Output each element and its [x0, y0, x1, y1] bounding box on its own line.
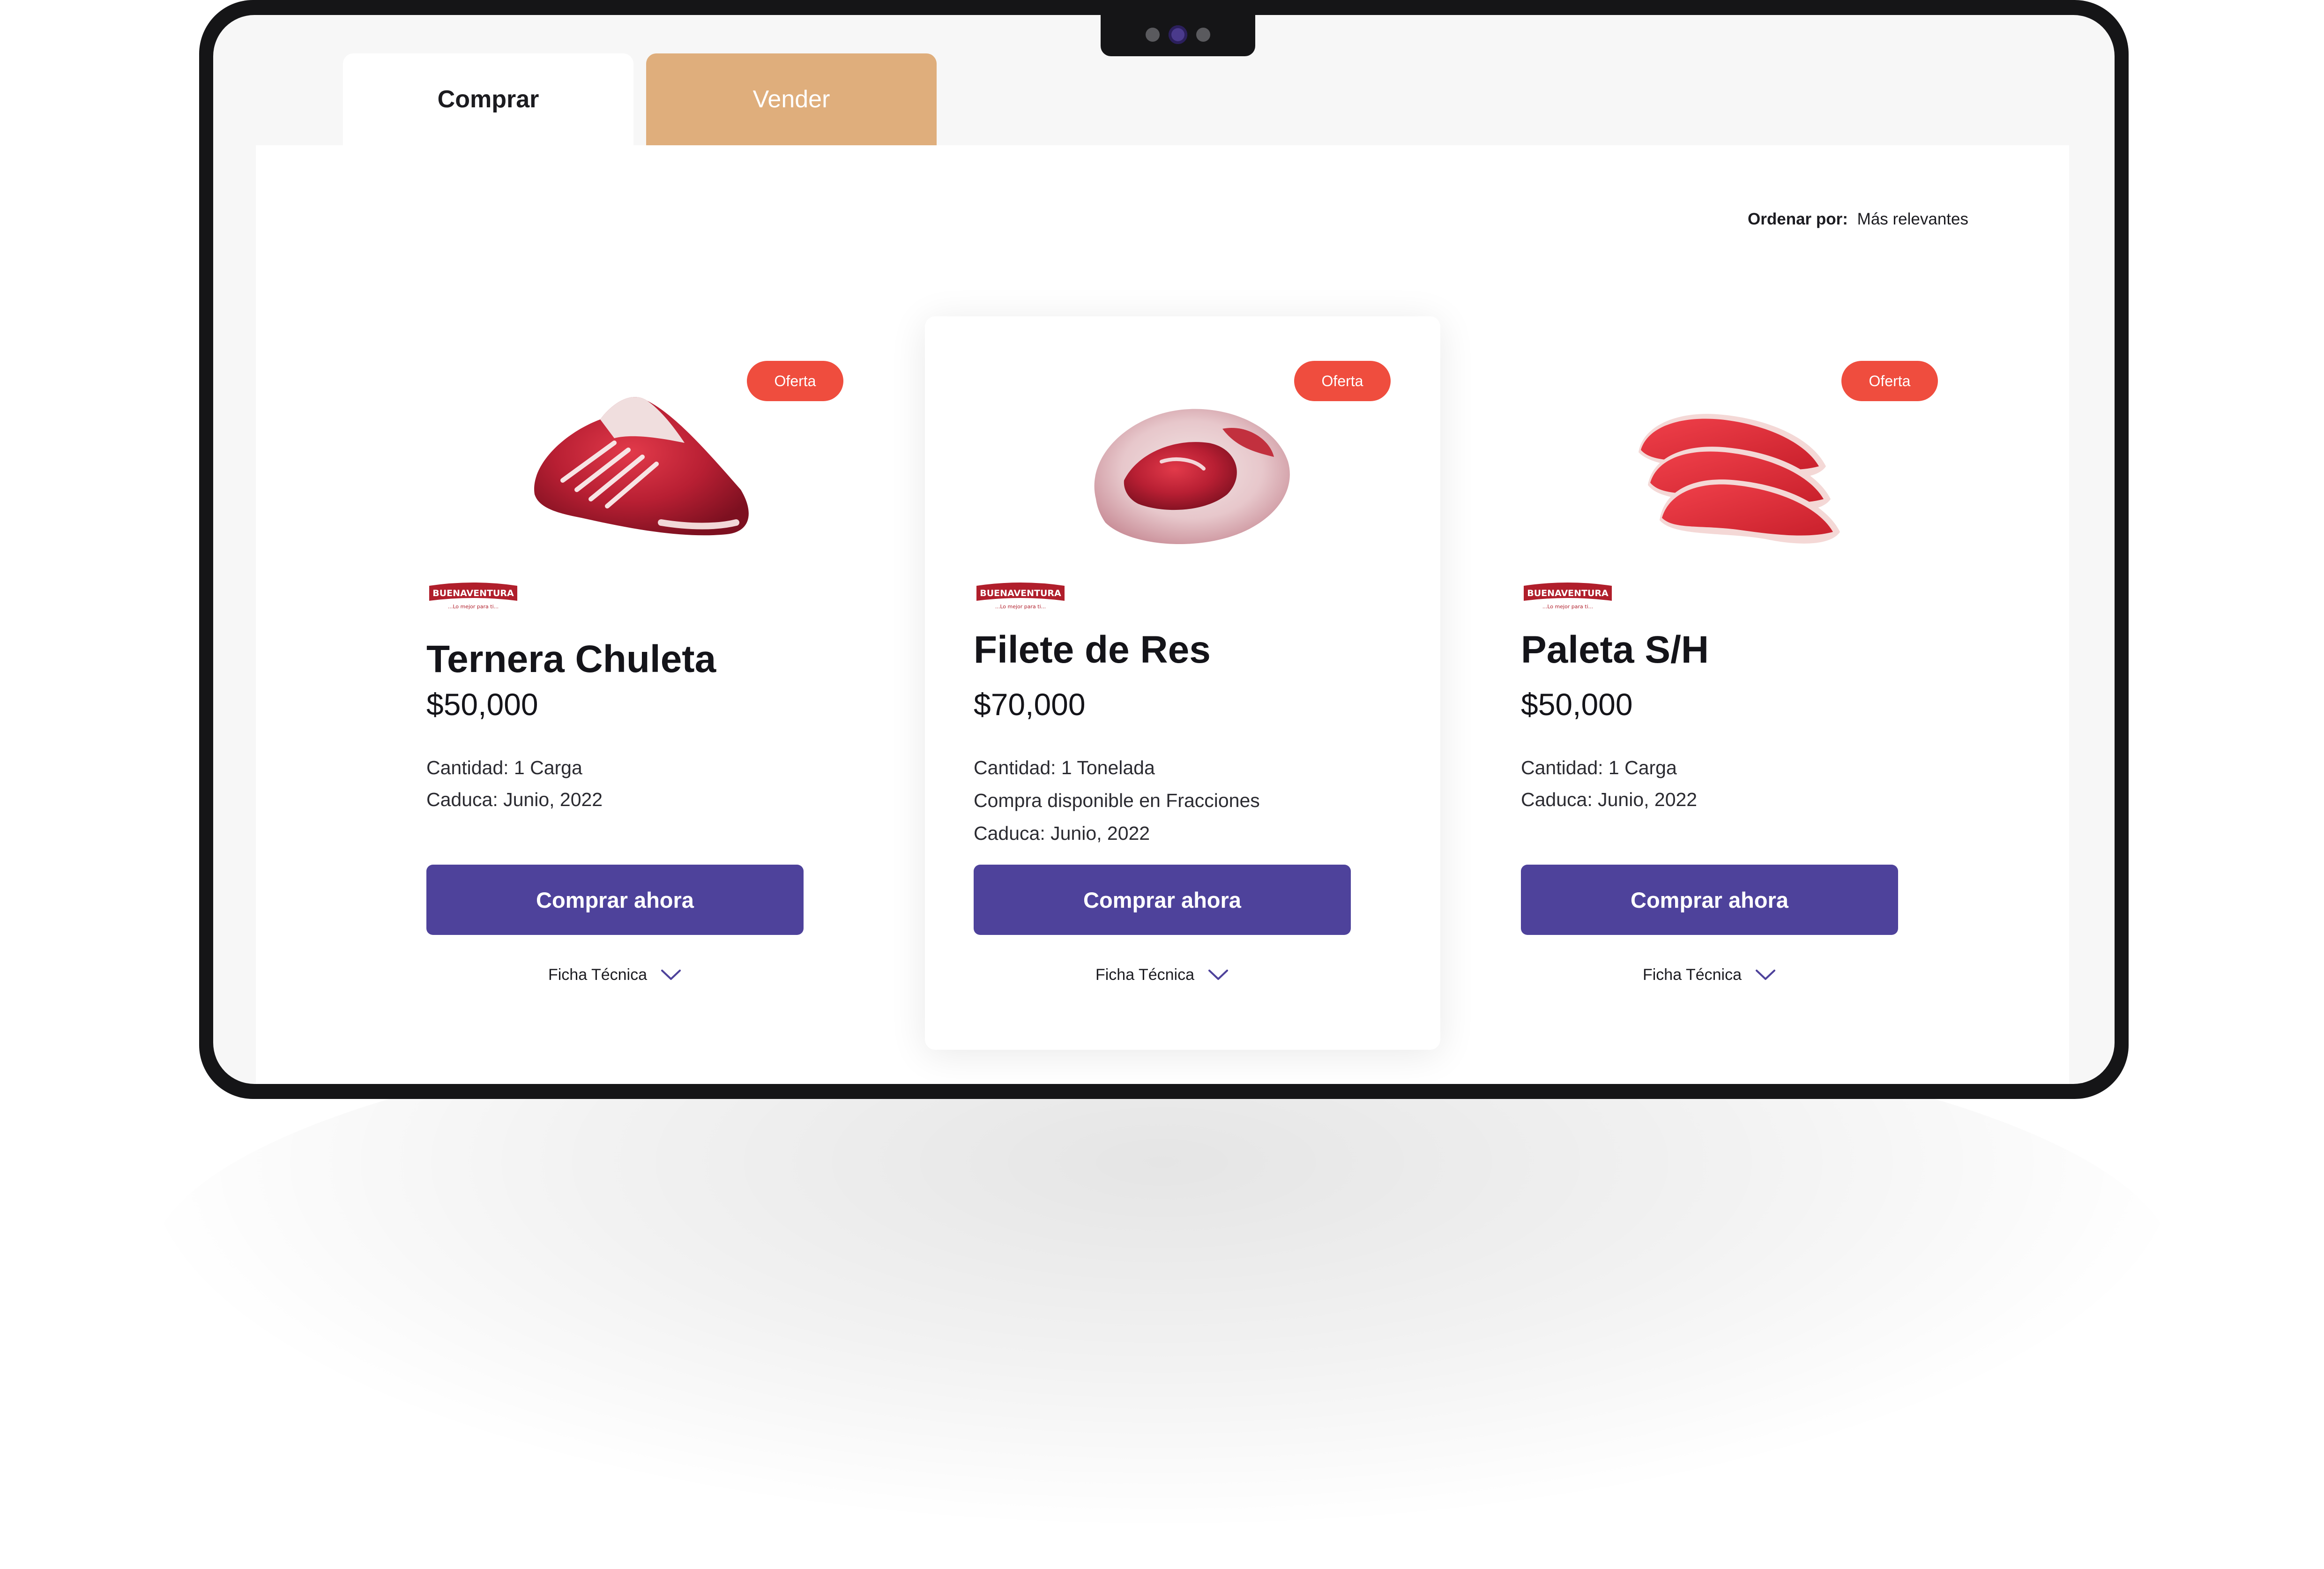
svg-text:...Lo mejor para ti...: ...Lo mejor para ti...: [1542, 604, 1593, 610]
svg-text:BUENAVENTURA: BUENAVENTURA: [432, 588, 514, 598]
camera-icon: [1169, 25, 1187, 44]
product-name: Paleta S/H: [1521, 628, 1709, 671]
svg-text:...Lo mejor para ti...: ...Lo mejor para ti...: [448, 604, 499, 610]
technical-sheet-toggle[interactable]: Ficha Técnica: [974, 961, 1351, 989]
product-price: $50,000: [426, 687, 538, 722]
sort-label: Ordenar por:: [1748, 210, 1848, 228]
product-card: Oferta BUENAVENTURA ...Lo mejor para ti.…: [925, 316, 1440, 1050]
technical-sheet-label: Ficha Técnica: [548, 965, 648, 984]
brand-logo: BUENAVENTURA ...Lo mejor para ti...: [1524, 583, 1612, 610]
camera-notch: [1101, 15, 1255, 56]
product-quantity: Cantidad: 1 Carga: [426, 757, 582, 778]
tab-comprar[interactable]: Comprar: [343, 53, 633, 145]
product-price: $70,000: [974, 687, 1086, 722]
buy-now-button[interactable]: Comprar ahora: [426, 865, 804, 935]
product-card: Oferta BUENAVENTURA ...Lo mejor para ti.…: [1472, 316, 1988, 1050]
technical-sheet-label: Ficha Técnica: [1642, 965, 1742, 984]
product-image-filete-de-res: [1094, 409, 1290, 545]
product-name: Filete de Res: [974, 628, 1211, 671]
tab-vender[interactable]: Vender: [646, 53, 937, 145]
product-expiry: Caduca: Junio, 2022: [974, 822, 1150, 844]
chevron-down-icon: [1208, 970, 1229, 980]
buy-now-button[interactable]: Comprar ahora: [1521, 865, 1898, 935]
brand-logo: BUENAVENTURA ...Lo mejor para ti...: [976, 583, 1065, 610]
product-price: $50,000: [1521, 687, 1633, 722]
svg-text:BUENAVENTURA: BUENAVENTURA: [980, 588, 1061, 598]
sensor-dot: [1146, 28, 1160, 42]
product-name: Ternera Chuleta: [426, 638, 716, 680]
sort-value[interactable]: Más relevantes: [1857, 210, 1968, 228]
product-image-paleta-sh: [1639, 414, 1840, 544]
device-frame: Comprar Vender Ordenar por: Más relevant…: [199, 0, 2129, 1099]
product-image-ternera-chuleta: [534, 397, 749, 536]
chevron-down-icon: [1756, 970, 1776, 980]
sensor-dot: [1196, 28, 1210, 42]
svg-text:BUENAVENTURA: BUENAVENTURA: [1527, 588, 1609, 598]
product-card: Oferta BUENAVENTURA ...Lo mejor para ti.…: [378, 316, 893, 1050]
product-quantity: Cantidad: 1 Tonelada: [974, 757, 1155, 778]
sort-control[interactable]: Ordenar por: Más relevantes: [1748, 210, 1968, 229]
product-expiry: Caduca: Junio, 2022: [426, 789, 603, 810]
screen: Comprar Vender Ordenar por: Más relevant…: [213, 15, 2115, 1084]
chevron-down-icon: [661, 970, 681, 980]
technical-sheet-toggle[interactable]: Ficha Técnica: [426, 961, 804, 989]
product-panel: Ordenar por: Más relevantes Oferta BUENA…: [256, 145, 2069, 1084]
product-quantity: Cantidad: 1 Carga: [1521, 757, 1677, 778]
svg-text:...Lo mejor para ti...: ...Lo mejor para ti...: [995, 604, 1046, 610]
product-expiry: Caduca: Junio, 2022: [1521, 789, 1698, 810]
technical-sheet-toggle[interactable]: Ficha Técnica: [1521, 961, 1898, 989]
product-fractions: Compra disponible en Fracciones: [974, 790, 1260, 811]
technical-sheet-label: Ficha Técnica: [1095, 965, 1195, 984]
brand-logo: BUENAVENTURA ...Lo mejor para ti...: [429, 583, 517, 610]
buy-now-button[interactable]: Comprar ahora: [974, 865, 1351, 935]
